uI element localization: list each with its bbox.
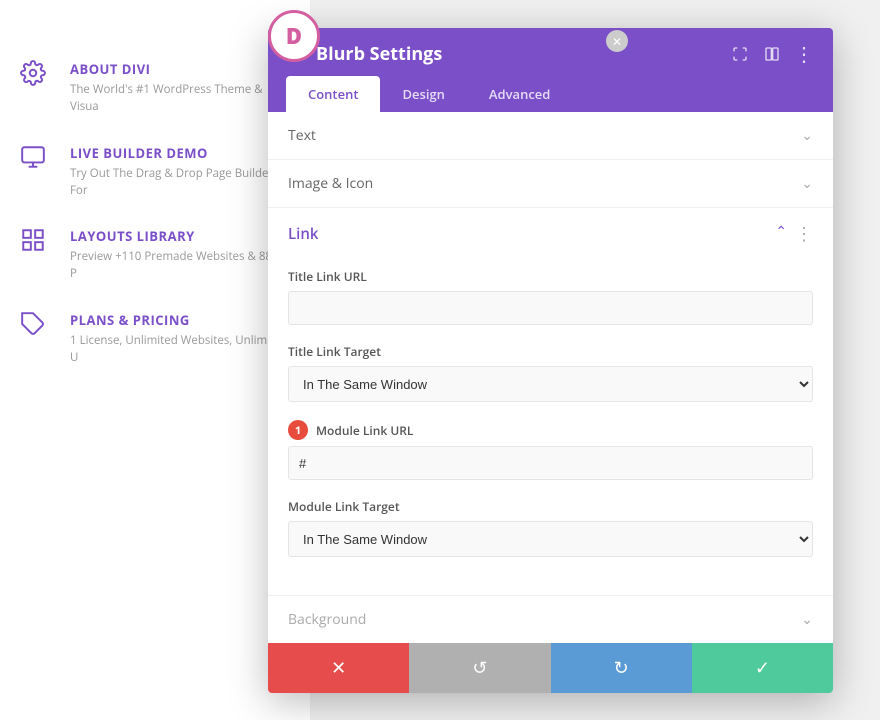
text-section-row[interactable]: Text ⌄ [268, 112, 833, 160]
link-section-header[interactable]: Link ⌃ ⋮ [268, 208, 833, 260]
background-section-label: Background [288, 610, 366, 629]
sidebar-item-plans-pricing-content: PLANS & PRICING 1 License, Unlimited Web… [70, 311, 290, 367]
sidebar-item-live-builder-content: LIVE BUILDER DEMO Try Out The Drag & Dro… [70, 144, 290, 200]
cursor-icon [20, 144, 56, 180]
modal-header: Blurb Settings ⋮ Content Design Advanced [268, 28, 833, 112]
sidebar-item-layouts-library-title: LAYOUTS LIBRARY [70, 227, 290, 245]
image-icon-section-row[interactable]: Image & Icon ⌄ [268, 160, 833, 208]
sidebar-item-about-divi-title: ABOUT DIVI [70, 60, 290, 78]
tab-design[interactable]: Design [380, 76, 466, 112]
sidebar-item-layouts-library-content: LAYOUTS LIBRARY Preview +110 Premade Web… [70, 227, 290, 283]
sidebar-item-about-divi-content: ABOUT DIVI The World's #1 WordPress Them… [70, 60, 290, 116]
more-options-icon[interactable]: ⋮ [793, 43, 815, 65]
title-link-target-select[interactable]: In The Same Window In The New Window [288, 366, 813, 402]
text-chevron-icon: ⌄ [801, 126, 813, 145]
cancel-button[interactable]: ✕ [268, 643, 409, 693]
sidebar-item-live-builder-title: LIVE BUILDER DEMO [70, 144, 290, 162]
tab-content[interactable]: Content [286, 76, 380, 112]
module-link-badge: 1 [288, 420, 308, 440]
sidebar-item-layouts-library-desc: Preview +110 Premade Websites & 880+ P [70, 248, 290, 283]
sidebar-item-plans-pricing[interactable]: PLANS & PRICING 1 License, Unlimited Web… [20, 311, 290, 367]
link-more-icon[interactable]: ⋮ [795, 222, 813, 246]
modal-header-icons: ⋮ [729, 43, 815, 65]
grid-icon [20, 227, 56, 263]
module-link-url-input[interactable] [288, 446, 813, 480]
title-link-target-group: Title Link Target In The Same Window In … [288, 343, 813, 402]
expand-icon[interactable] [729, 43, 751, 65]
sidebar-item-plans-pricing-desc: 1 License, Unlimited Websites, Unlimited… [70, 332, 290, 367]
link-chevron-up-icon: ⌃ [775, 222, 787, 246]
sidebar-item-plans-pricing-title: PLANS & PRICING [70, 311, 290, 329]
module-link-target-group: Module Link Target In The Same Window In… [288, 498, 813, 557]
sidebar-item-live-builder-demo[interactable]: LIVE BUILDER DEMO Try Out The Drag & Dro… [20, 144, 290, 200]
image-icon-section-label: Image & Icon [288, 174, 373, 193]
module-link-target-select[interactable]: In The Same Window In The New Window [288, 521, 813, 557]
text-section-label: Text [288, 126, 316, 145]
link-section-body: Title Link URL Title Link Target In The … [268, 260, 833, 595]
title-link-url-group: Title Link URL [288, 268, 813, 325]
modal-close-button[interactable]: ✕ [606, 30, 628, 52]
modal-tabs: Content Design Advanced [286, 76, 815, 112]
title-link-url-input[interactable] [288, 291, 813, 325]
undo-button[interactable]: ↺ [409, 643, 550, 693]
background-chevron-icon: ⌄ [801, 610, 813, 629]
module-link-url-group: 1 Module Link URL [288, 420, 813, 480]
save-button[interactable]: ✓ [692, 643, 833, 693]
sidebar-item-about-divi-desc: The World's #1 WordPress Theme & Visua [70, 81, 290, 116]
link-section-header-left: Link [288, 224, 318, 244]
module-link-target-label: Module Link Target [288, 498, 813, 515]
tag-icon [20, 311, 56, 347]
module-link-url-label: Module Link URL [316, 422, 413, 439]
modal-footer: ✕ ↺ ↻ ✓ [268, 643, 833, 693]
title-link-url-label: Title Link URL [288, 268, 813, 285]
sidebar-item-live-builder-desc: Try Out The Drag & Drop Page Builder For [70, 165, 290, 200]
modal-title-row: Blurb Settings ⋮ [286, 42, 815, 66]
image-icon-chevron-icon: ⌄ [801, 174, 813, 193]
title-link-target-label: Title Link Target [288, 343, 813, 360]
tab-advanced[interactable]: Advanced [467, 76, 572, 112]
link-section: Link ⌃ ⋮ Title Link URL Title Link Targe… [268, 208, 833, 596]
gear-icon [20, 60, 56, 96]
redo-button[interactable]: ↻ [551, 643, 692, 693]
link-section-icons: ⌃ ⋮ [775, 222, 813, 246]
sidebar-item-about-divi[interactable]: ABOUT DIVI The World's #1 WordPress Them… [20, 60, 290, 116]
link-section-title: Link [288, 224, 318, 244]
sidebar: ABOUT DIVI The World's #1 WordPress Them… [0, 0, 310, 720]
blurb-settings-modal: Blurb Settings ⋮ Content Design Advanced [268, 28, 833, 693]
divi-logo: D [268, 10, 320, 62]
sidebar-item-layouts-library[interactable]: LAYOUTS LIBRARY Preview +110 Premade Web… [20, 227, 290, 283]
columns-icon[interactable] [761, 43, 783, 65]
background-section-row[interactable]: Background ⌄ [268, 596, 833, 643]
modal-body: Text ⌄ Image & Icon ⌄ Link ⌃ ⋮ Tit [268, 112, 833, 643]
module-link-url-label-row: 1 Module Link URL [288, 420, 813, 440]
